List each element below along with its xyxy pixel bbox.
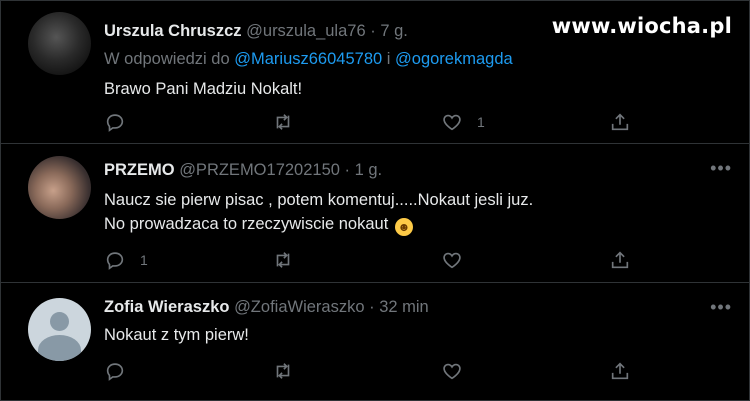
like-button[interactable]: 1 <box>441 110 485 134</box>
retweet-button[interactable] <box>272 110 308 134</box>
retweet-button[interactable] <box>272 248 308 272</box>
tweet-header: Urszula Chruszcz @urszula_ula76 · 7 g. <box>104 22 408 41</box>
tweet-text-line: Nokaut z tym pierw! <box>104 326 249 344</box>
reply-button[interactable]: 1 <box>104 248 148 272</box>
tweet-actions: 1 <box>104 110 644 134</box>
author-name[interactable]: Urszula Chruszcz <box>104 22 242 40</box>
separator: · <box>369 298 375 316</box>
tweet[interactable]: PRZEMO @PRZEMO17202150 · 1 g. ••• Naucz … <box>0 144 750 283</box>
tweet-actions <box>104 359 644 383</box>
tweet-text-line: No prowadzaca to rzeczywiscie nokaut <box>104 215 389 233</box>
tweet-actions: 1 <box>104 248 644 272</box>
separator: · <box>370 22 376 40</box>
heart-icon <box>443 363 461 380</box>
default-avatar-body <box>38 335 81 361</box>
tweet-header: Zofia Wieraszko @ZofiaWieraszko · 32 min <box>104 298 429 317</box>
share-icon <box>611 113 629 131</box>
reply-and: i <box>386 50 391 68</box>
timestamp[interactable]: 1 g. <box>355 161 383 179</box>
tweet-header: PRZEMO @PRZEMO17202150 · 1 g. <box>104 161 382 180</box>
share-button[interactable] <box>609 248 631 272</box>
more-options-icon[interactable]: ••• <box>710 297 732 318</box>
tweet-text-line: Naucz sie pierw pisac , potem komentuj..… <box>104 191 534 209</box>
share-button[interactable] <box>609 359 631 383</box>
author-handle[interactable]: @ZofiaWieraszko <box>234 298 364 316</box>
reply-count: 1 <box>140 252 148 268</box>
more-options-icon[interactable]: ••• <box>710 158 732 179</box>
author-handle[interactable]: @urszula_ula76 <box>246 22 366 40</box>
tweet[interactable]: Zofia Wieraszko @ZofiaWieraszko · 32 min… <box>0 283 750 401</box>
share-icon <box>611 251 629 269</box>
share-icon <box>611 362 629 380</box>
tweet-text-line-2: No prowadzaca to rzeczywiscie nokaut ☻ <box>104 212 533 236</box>
heart-icon <box>443 252 461 269</box>
tweet[interactable]: Urszula Chruszcz @urszula_ula76 · 7 g. W… <box>0 0 750 144</box>
rolling-on-floor-laughing-emoji: ☻ <box>394 218 413 236</box>
author-name[interactable]: PRZEMO <box>104 161 175 179</box>
mention-link[interactable]: @Mariusz66045780 <box>234 50 382 68</box>
reply-button[interactable] <box>104 359 140 383</box>
timestamp[interactable]: 32 min <box>379 298 429 316</box>
tweet-text: Nokaut z tym pierw! <box>104 323 249 347</box>
share-button[interactable] <box>609 110 631 134</box>
reply-button[interactable] <box>104 110 140 134</box>
mention-link[interactable]: @ogorekmagda <box>395 50 513 68</box>
reply-context: W odpowiedzi do @Mariusz66045780 i @ogor… <box>104 50 513 69</box>
separator: · <box>344 161 351 179</box>
avatar[interactable] <box>28 298 91 361</box>
reply-icon <box>106 363 124 381</box>
tweet-text: Brawo Pani Madziu Nokalt! <box>104 77 302 101</box>
retweet-icon <box>276 363 290 379</box>
avatar[interactable] <box>28 12 91 75</box>
retweet-icon <box>276 114 290 130</box>
avatar[interactable] <box>28 156 91 219</box>
reply-icon <box>106 252 124 270</box>
like-count: 1 <box>477 114 485 130</box>
retweet-button[interactable] <box>272 359 308 383</box>
retweet-icon <box>276 252 290 268</box>
author-handle[interactable]: @PRZEMO17202150 <box>179 161 340 179</box>
tweet-text: Naucz sie pierw pisac , potem komentuj..… <box>104 188 533 236</box>
author-name[interactable]: Zofia Wieraszko <box>104 298 229 316</box>
like-button[interactable] <box>441 248 477 272</box>
heart-icon <box>443 114 461 131</box>
tweet-text-line: Brawo Pani Madziu Nokalt! <box>104 80 303 98</box>
timestamp[interactable]: 7 g. <box>380 22 408 40</box>
reply-icon <box>106 114 124 132</box>
reply-prefix: W odpowiedzi do <box>104 50 230 68</box>
default-avatar-head <box>50 312 69 331</box>
like-button[interactable] <box>441 359 477 383</box>
